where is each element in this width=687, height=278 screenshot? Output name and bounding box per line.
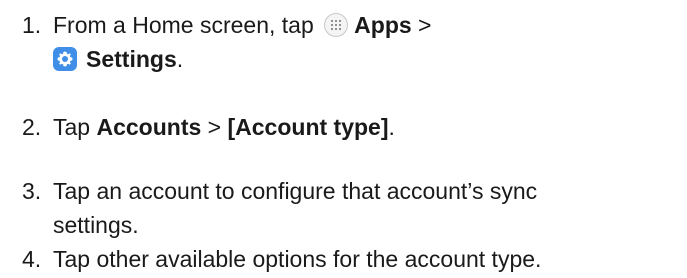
step-text: Tap an account to configure that account… bbox=[53, 174, 687, 242]
apps-label: Apps bbox=[354, 12, 412, 38]
step-number: 4. bbox=[22, 246, 42, 272]
settings-icon bbox=[53, 47, 77, 71]
step-text-start: From a Home screen, tap bbox=[53, 12, 314, 38]
separator: > bbox=[207, 114, 222, 140]
period: . bbox=[176, 46, 184, 72]
step-line: From a Home screen, tap Apps > bbox=[53, 8, 687, 42]
step-text-start: Tap bbox=[53, 114, 91, 140]
step-line: Tap an account to configure that account… bbox=[53, 178, 538, 204]
step-line: Settings. bbox=[53, 42, 687, 76]
step-text: Tap Accounts > [Account type]. bbox=[53, 110, 687, 144]
step-text: From a Home screen, tap Apps > Settings. bbox=[53, 8, 687, 76]
step-number: 1. bbox=[22, 12, 42, 38]
step-number: 3. bbox=[22, 178, 42, 204]
separator: > bbox=[418, 12, 432, 38]
step-line: settings. bbox=[53, 212, 139, 238]
period: . bbox=[388, 114, 395, 140]
step-text: Tap other available options for the acco… bbox=[53, 246, 542, 272]
step-number: 2. bbox=[22, 114, 42, 140]
settings-label: Settings bbox=[86, 46, 177, 72]
accounts-label: Accounts bbox=[96, 114, 202, 140]
account-type-label: [Account type] bbox=[227, 114, 389, 140]
apps-icon bbox=[324, 13, 349, 37]
